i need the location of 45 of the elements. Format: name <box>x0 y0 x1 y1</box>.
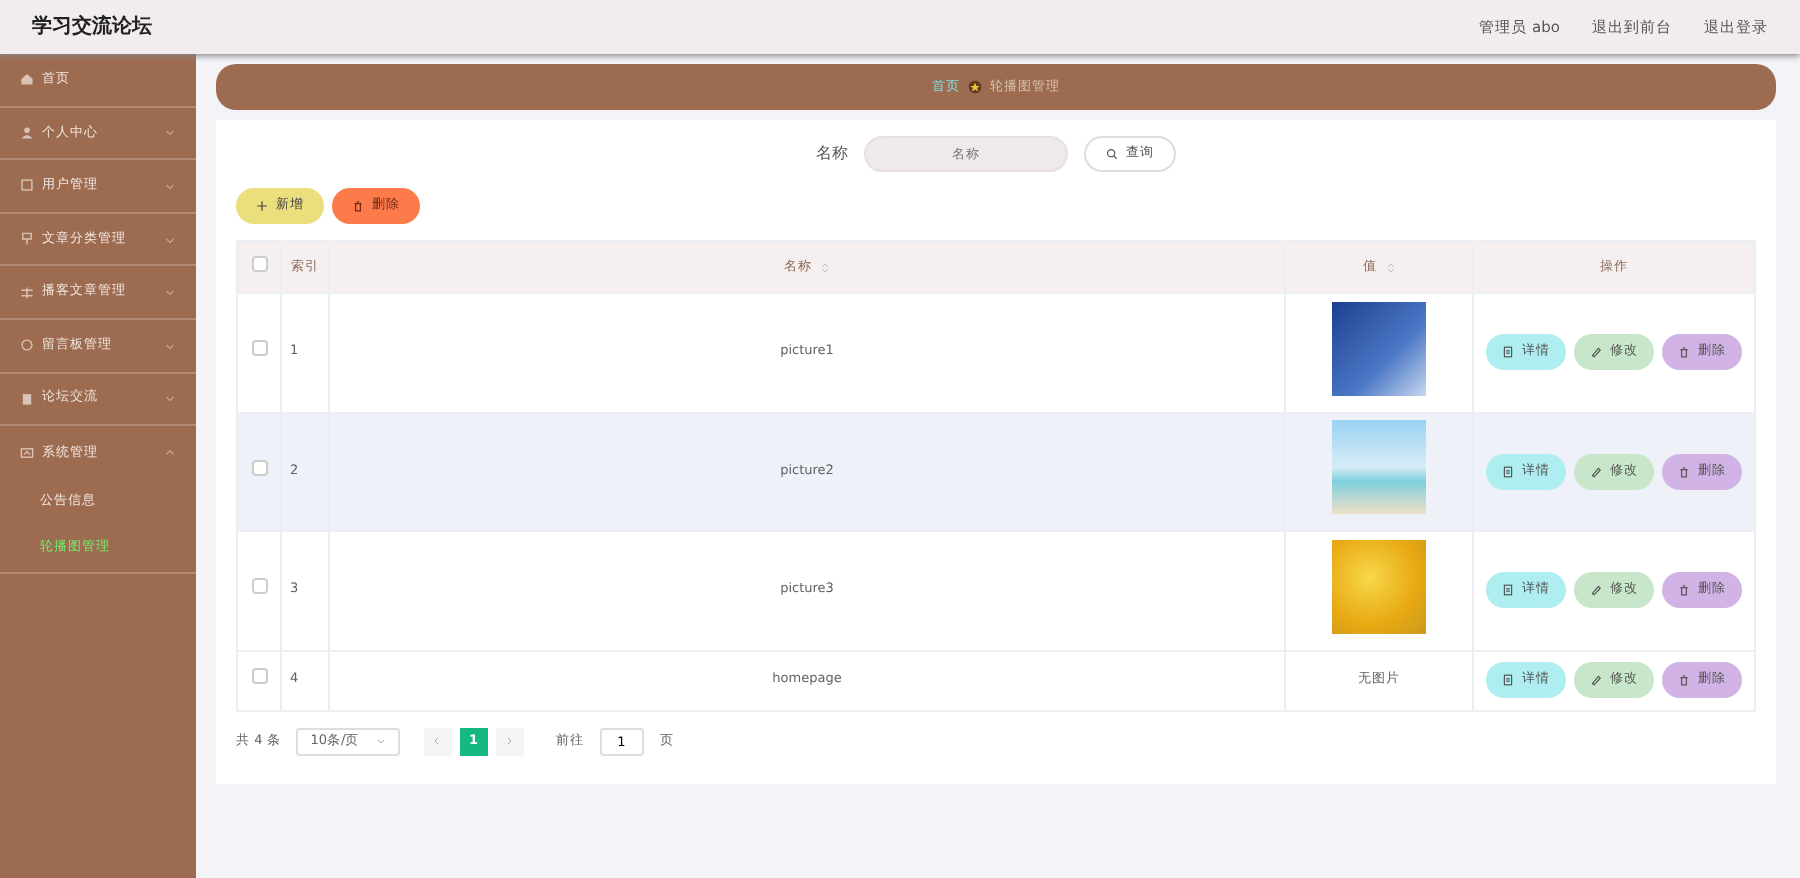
pencil-icon <box>1590 674 1602 686</box>
menu-item-icon <box>20 445 34 460</box>
row-checkbox[interactable] <box>251 668 267 685</box>
document-icon <box>1502 674 1514 686</box>
plus-icon <box>256 200 268 212</box>
photo-placeholder <box>1332 420 1426 515</box>
document-icon <box>1502 465 1514 478</box>
trash-icon <box>1678 674 1690 686</box>
select-all-checkbox[interactable] <box>251 255 267 272</box>
menu-item-icon <box>20 125 34 140</box>
chevron-down-icon <box>164 339 176 352</box>
sort-icon <box>1385 261 1395 273</box>
previous-page-button[interactable] <box>423 727 452 755</box>
trash-icon <box>352 200 364 212</box>
pencil-icon <box>1590 584 1602 597</box>
pencil-icon <box>1590 465 1602 478</box>
menu-item-icon <box>20 338 34 353</box>
menu-item-icon <box>20 178 34 193</box>
search-icon <box>1106 148 1118 160</box>
trash-icon <box>1678 584 1690 597</box>
search-label: 名称 <box>816 142 848 166</box>
chevron-down-icon <box>164 286 176 299</box>
photo-placeholder <box>1332 539 1426 634</box>
pencil-icon <box>1590 346 1602 359</box>
sort-icon <box>820 261 830 273</box>
document-icon <box>1502 346 1514 359</box>
photo-placeholder <box>1332 301 1426 396</box>
trash-icon <box>1678 465 1690 478</box>
chevron-down-icon <box>164 179 176 192</box>
chevron-down-icon <box>164 392 176 405</box>
row-checkbox[interactable] <box>251 459 267 476</box>
chevron-down-icon <box>164 233 176 246</box>
trash-icon <box>1678 346 1690 359</box>
chevron-up-icon <box>164 446 176 459</box>
menu-item-icon <box>20 285 34 300</box>
app-title: 学习交流论坛 <box>32 12 152 42</box>
star-icon <box>968 80 982 94</box>
chevron-down-icon <box>164 126 176 139</box>
row-checkbox[interactable] <box>251 340 267 357</box>
menu-item-icon <box>20 391 34 406</box>
menu-item-icon <box>20 72 34 87</box>
document-icon <box>1502 584 1514 597</box>
menu-item-icon <box>20 232 34 247</box>
row-checkbox[interactable] <box>251 578 267 595</box>
next-page-button[interactable] <box>495 727 524 755</box>
